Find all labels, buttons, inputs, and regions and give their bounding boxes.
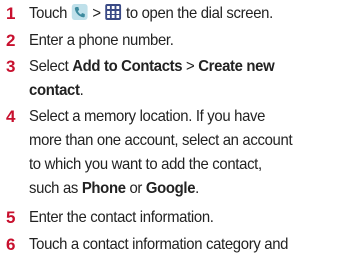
step-4: 4 Select a memory location. If you have m… <box>0 105 347 201</box>
step-1: 1 Touch > to open the dial screen. <box>0 2 347 26</box>
step-number: 2 <box>6 31 16 50</box>
step-text: Touch a contact information category and <box>29 236 289 253</box>
step-text: Enter the contact information. <box>29 209 214 226</box>
step-6: 6 Touch a contact information category a… <box>0 233 347 257</box>
step-text: Select Add to Contacts > Create new conta… <box>29 58 275 99</box>
step-2: 2 Enter a phone number. <box>0 29 347 53</box>
step-text: Touch > to open the dial screen. <box>29 4 273 22</box>
step-number: 6 <box>6 235 16 254</box>
step-3: 3 Select Add to Contacts > Create new con… <box>0 55 347 103</box>
manual-page: 1 Touch > to open the dial screen. 2 Ent… <box>0 0 347 279</box>
step-number: 1 <box>6 4 16 23</box>
step-text: Select a memory location. If you have mor… <box>29 108 293 197</box>
step-number: 5 <box>6 208 16 227</box>
step-number: 3 <box>6 57 16 76</box>
step-text: Enter a phone number. <box>29 32 174 49</box>
step-number: 4 <box>6 107 16 126</box>
phone-icon <box>71 4 88 20</box>
dialpad-grid-icon <box>105 4 122 20</box>
step-5: 5 Enter the contact information. <box>0 206 347 230</box>
